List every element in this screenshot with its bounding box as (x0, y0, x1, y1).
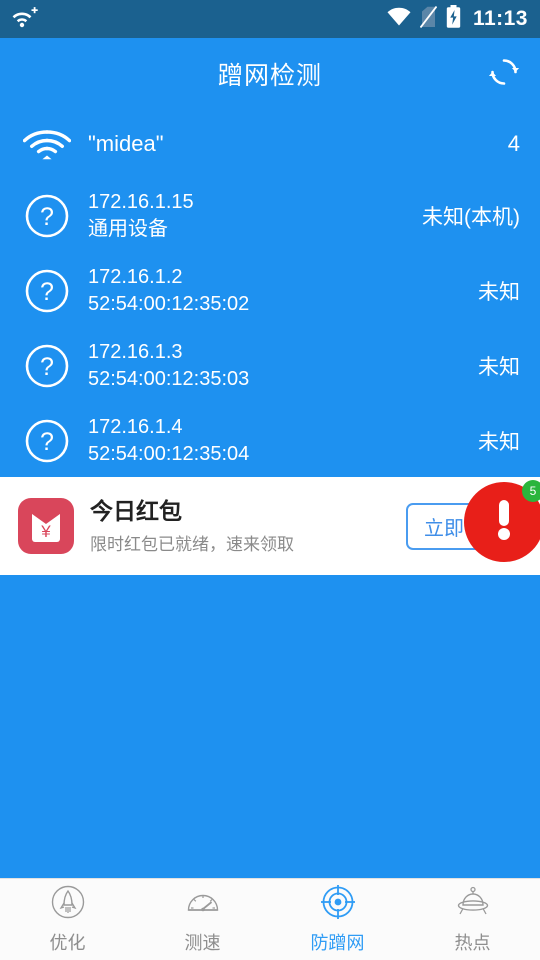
device-info: 172.16.1.4 52:54:00:12:35:04 (88, 414, 478, 467)
wifi-icon (387, 7, 411, 31)
refresh-icon (488, 56, 520, 93)
wifi-plus-icon (12, 6, 38, 33)
target-icon (320, 884, 356, 925)
device-detail: 52:54:00:12:35:03 (88, 367, 250, 390)
status-badge: 未知(本机) (422, 205, 520, 229)
device-info: 172.16.1.3 52:54:00:12:35:03 (88, 339, 478, 392)
status-badge: 未知 (478, 355, 520, 379)
table-row[interactable]: ? 172.16.1.4 52:54:00:12:35:04 未知 (0, 403, 540, 478)
alert-badge-count: 5 (522, 480, 540, 502)
status-bar-left (12, 6, 387, 33)
hotspot-icon (455, 884, 491, 925)
svg-text:?: ? (40, 428, 54, 456)
device-ip: 172.16.1.15 (88, 190, 194, 213)
wifi-ssid: "midea" (88, 131, 164, 156)
status-bar: 11:13 (0, 0, 540, 38)
bottom-navigation-bar: 优化 测速 防蹭网 热点 (0, 878, 540, 960)
ad-subtitle: 限时红包已就绪，速来领取 (90, 535, 294, 555)
nav-item-hotspot[interactable]: 热点 (405, 884, 540, 955)
ad-banner[interactable]: ¥ 今日红包 限时红包已就绪，速来领取 立即领取 5 (0, 477, 540, 575)
unknown-device-icon: ? (18, 268, 76, 314)
nav-label-optimize: 优化 (49, 933, 86, 953)
page-title: 蹭网检测 (217, 62, 322, 90)
unknown-device-icon: ? (18, 193, 76, 239)
device-info: 172.16.1.15 通用设备 (88, 189, 422, 242)
status-bar-clock: 11:13 (472, 7, 528, 30)
status-bar-right: 11:13 (387, 5, 528, 33)
nav-item-antitheft[interactable]: 防蹭网 (270, 884, 405, 955)
nav-item-speedtest[interactable]: 测速 (135, 884, 270, 955)
battery-charging-icon (446, 5, 461, 33)
device-list: ? 172.16.1.15 通用设备 未知(本机) ? 172.16.1.2 5… (0, 178, 540, 478)
svg-text:?: ? (40, 203, 54, 231)
speedometer-icon (185, 884, 221, 925)
svg-text:?: ? (40, 278, 54, 306)
wifi-network-row[interactable]: "midea" 4 (0, 110, 540, 178)
device-ip: 172.16.1.2 (88, 265, 183, 288)
unknown-device-icon: ? (18, 343, 76, 389)
app-bar: 蹭网检测 (0, 38, 540, 110)
nav-label-hotspot: 热点 (454, 933, 491, 953)
device-ip: 172.16.1.4 (88, 415, 183, 438)
unknown-device-icon: ? (18, 418, 76, 464)
device-detail: 52:54:00:12:35:04 (88, 442, 250, 465)
device-info: 172.16.1.2 52:54:00:12:35:02 (88, 264, 478, 317)
refresh-button[interactable] (482, 52, 526, 96)
rocket-icon (50, 884, 86, 925)
svg-text:?: ? (40, 353, 54, 381)
content-area (0, 575, 540, 878)
ad-texts: 今日红包 限时红包已就绪，速来领取 (90, 497, 406, 556)
table-row[interactable]: ? 172.16.1.15 通用设备 未知(本机) (0, 178, 540, 253)
table-row[interactable]: ? 172.16.1.2 52:54:00:12:35:02 未知 (0, 253, 540, 328)
nav-item-optimize[interactable]: 优化 (0, 884, 135, 955)
alert-bubble-button[interactable]: 5 (464, 480, 540, 562)
device-detail: 52:54:00:12:35:02 (88, 292, 250, 315)
red-envelope-icon: ¥ (18, 498, 74, 554)
svg-text:¥: ¥ (40, 522, 51, 541)
nav-label-speedtest: 测速 (184, 933, 221, 953)
status-badge: 未知 (478, 430, 520, 454)
device-detail: 通用设备 (88, 217, 168, 240)
table-row[interactable]: ? 172.16.1.3 52:54:00:12:35:03 未知 (0, 328, 540, 403)
device-ip: 172.16.1.3 (88, 340, 183, 363)
nav-label-antitheft: 防蹭网 (310, 933, 365, 953)
device-count: 4 (507, 131, 520, 156)
ad-title: 今日红包 (90, 497, 182, 524)
sim-card-off-icon (419, 5, 438, 33)
wifi-icon (18, 126, 76, 162)
status-badge: 未知 (478, 280, 520, 304)
